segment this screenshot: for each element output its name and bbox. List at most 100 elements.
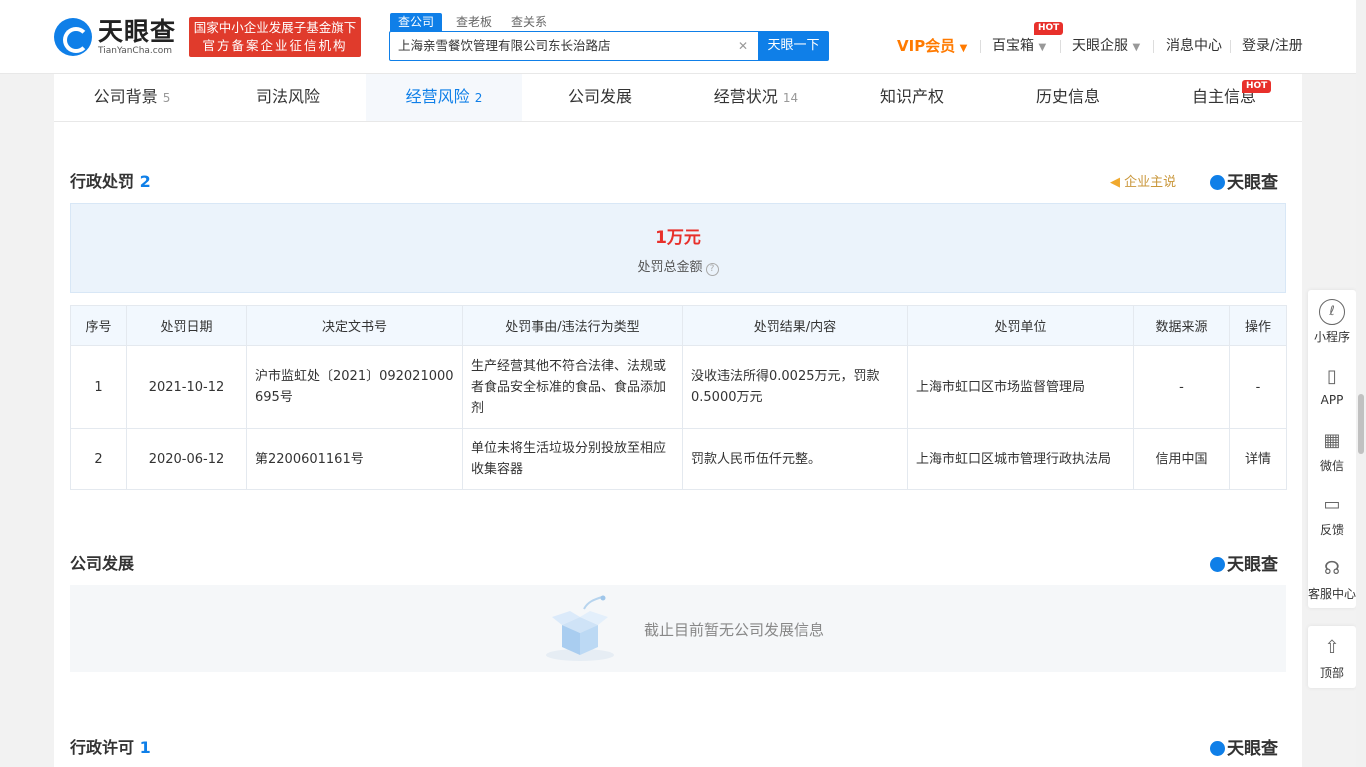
search-button[interactable]: 天眼一下 — [758, 31, 829, 61]
penalty-date: 2021-10-12 — [126, 345, 247, 429]
license-title: 行政许可 — [70, 738, 135, 757]
float-item-label: 顶部 — [1319, 666, 1344, 680]
tab-count: 2 — [474, 91, 483, 105]
chevron-down-icon: ▼ — [959, 43, 968, 54]
row-action: - — [1229, 345, 1287, 429]
penalty-authority: 上海市虹口区城市管理行政执法局 — [907, 428, 1134, 490]
penalty-title: 行政处罚 — [70, 172, 135, 191]
tab-label: 经营状况 — [713, 87, 778, 106]
logo-text: 天眼查 — [98, 17, 177, 46]
hot-badge: HOT — [1034, 22, 1064, 35]
divider — [1230, 40, 1231, 53]
claim-label: 企业主说 — [1124, 175, 1177, 190]
table-row: 1 2021-10-12 沪市监虹处〔2021〕092021000695号 生产… — [70, 345, 1287, 429]
search-tab-relation[interactable]: 查关系 — [511, 13, 547, 31]
tab-company-development[interactable]: 公司发展 — [522, 74, 678, 121]
search-input-value: 上海亲雪餐饮管理有限公司东长治路店 — [398, 38, 611, 53]
decision-number: 第2200601161号 — [246, 428, 463, 490]
penalty-authority: 上海市虹口区市场监督管理局 — [907, 345, 1134, 429]
row-index: 2 — [70, 428, 127, 490]
megaphone-icon: ◀ — [1110, 175, 1120, 190]
float-item-label: 反馈 — [1319, 523, 1344, 537]
column-header: 数据来源 — [1133, 305, 1230, 346]
back-to-top-item: ⇧ 顶部 — [1308, 635, 1356, 681]
scrollbar-thumb[interactable] — [1358, 394, 1364, 454]
gov-badge: 国家中小企业发展子基金旗下 官方备案企业征信机构 — [189, 17, 361, 57]
column-header: 处罚结果/内容 — [682, 305, 908, 346]
data-source: 信用中国 — [1133, 428, 1230, 490]
hot-badge: HOT — [1242, 80, 1272, 93]
clear-icon[interactable]: ✕ — [738, 32, 748, 60]
tab-intellectual-property[interactable]: 知识产权 — [834, 74, 990, 121]
top-header: 天眼查 TianYanCha.com 国家中小企业发展子基金旗下 官方备案企业征… — [0, 0, 1366, 74]
vip-menu[interactable]: VIP会员 ▼ — [897, 36, 967, 56]
tab-history[interactable]: 历史信息 — [990, 74, 1146, 121]
tianyancha-watermark: 天眼查 — [1210, 168, 1278, 193]
divider — [1153, 40, 1154, 53]
tab-self-info[interactable]: 自主信息 — [1146, 74, 1302, 121]
penalty-result: 没收违法所得0.0025万元，罚款0.5000万元 — [682, 345, 908, 429]
vip-label: VIP会员 — [897, 37, 956, 55]
penalty-summary: 1万元 处罚总金额? — [70, 203, 1286, 293]
penalty-result: 罚款人民币伍仟元整。 — [682, 428, 908, 490]
chevron-down-icon: ▼ — [1132, 42, 1141, 53]
violation-reason: 生产经营其他不符合法律、法规或者食品安全标准的食品、食品添加剂 — [462, 345, 683, 429]
float-item-label: APP — [1320, 393, 1344, 407]
tab-judicial-risk[interactable]: 司法风险 — [210, 74, 366, 121]
help-icon[interactable]: ? — [705, 263, 719, 276]
enterprise-menu[interactable]: 天眼企服 ▼ — [1072, 36, 1140, 56]
treasure-menu[interactable]: 百宝箱 ▼ — [992, 36, 1046, 56]
float-item-label: 微信 — [1319, 459, 1344, 473]
search-tab-boss[interactable]: 查老板 — [456, 13, 492, 31]
tianyancha-watermark: 天眼查 — [1210, 734, 1278, 759]
penalty-section-title: 行政处罚 2 — [70, 168, 151, 192]
side-toolbar: ℓ 小程序 ▯ APP ▦ 微信 ▭ 反馈 ☊ 客服中心 — [1308, 290, 1356, 608]
login-register-link[interactable]: 登录/注册 — [1242, 36, 1303, 56]
mini-program-button[interactable]: ℓ 小程序 — [1308, 299, 1356, 345]
table-row: 2 2020-06-12 第2200601161号 单位未将生活垃圾分别投放至相… — [70, 428, 1287, 490]
company-detail-card: 公司背景 5 司法风险 经营风险 2 公司发展 经营状况 14 知识产权 历史信… — [54, 74, 1302, 767]
headset-icon: ☊ — [1324, 558, 1340, 579]
search-input[interactable]: 上海亲雪餐饮管理有限公司东长治路店 ✕ — [389, 31, 759, 61]
tab-label: 知识产权 — [879, 87, 944, 106]
enterprise-label: 天眼企服 — [1072, 38, 1128, 54]
gov-badge-line2: 官方备案企业征信机构 — [202, 38, 348, 53]
mini-program-icon: ℓ — [1319, 299, 1345, 325]
tab-label: 司法风险 — [255, 87, 320, 106]
empty-state-text: 截止目前暂无公司发展信息 — [644, 621, 825, 639]
row-index: 1 — [70, 345, 127, 429]
tab-operation-risk[interactable]: 经营风险 2 — [366, 74, 522, 121]
back-to-top-button[interactable]: ⇧ 顶部 — [1308, 626, 1356, 688]
logo-mark-icon — [54, 18, 92, 56]
logo-subtext: TianYanCha.com — [98, 46, 173, 56]
penalty-total-amount: 1万元 — [655, 228, 701, 248]
wechat-button[interactable]: ▦ 微信 — [1308, 428, 1356, 474]
search-type-tabs: 查公司 查老板 查关系 — [390, 13, 566, 31]
search-tab-company[interactable]: 查公司 — [390, 13, 443, 31]
app-button[interactable]: ▯ APP — [1308, 364, 1356, 407]
tianyancha-logo[interactable]: 天眼查 TianYanCha.com — [54, 18, 180, 58]
column-header: 处罚事由/违法行为类型 — [462, 305, 683, 346]
feedback-button[interactable]: ▭ 反馈 — [1308, 492, 1356, 538]
column-header: 操作 — [1229, 305, 1287, 346]
details-link[interactable]: 详情 — [1229, 428, 1287, 490]
tab-company-background[interactable]: 公司背景 5 — [54, 74, 210, 121]
tab-count: 14 — [782, 91, 799, 105]
column-header: 处罚日期 — [126, 305, 247, 346]
license-section-title: 行政许可 1 — [70, 734, 151, 758]
column-header: 决定文书号 — [246, 305, 463, 346]
customer-service-button[interactable]: ☊ 客服中心 — [1308, 556, 1356, 602]
message-center-link[interactable]: 消息中心 — [1166, 36, 1222, 56]
page-scrollbar[interactable] — [1356, 0, 1366, 767]
chat-bubble-icon: ▭ — [1323, 494, 1341, 515]
decision-number: 沪市监虹处〔2021〕092021000695号 — [246, 345, 463, 429]
tab-operation-status[interactable]: 经营状况 14 — [678, 74, 834, 121]
penalty-total-label-row: 处罚总金额? — [71, 256, 1285, 276]
penalty-total-label: 处罚总金额 — [637, 260, 703, 275]
data-source: - — [1133, 345, 1230, 429]
column-header: 处罚单位 — [907, 305, 1134, 346]
violation-reason: 单位未将生活垃圾分别投放至相应收集容器 — [462, 428, 683, 490]
enterprise-claim-link[interactable]: ◀ 企业主说 — [1110, 171, 1176, 190]
tab-label: 公司背景 — [93, 87, 158, 106]
penalty-table: 序号 处罚日期 决定文书号 处罚事由/违法行为类型 处罚结果/内容 处罚单位 数… — [70, 305, 1287, 490]
